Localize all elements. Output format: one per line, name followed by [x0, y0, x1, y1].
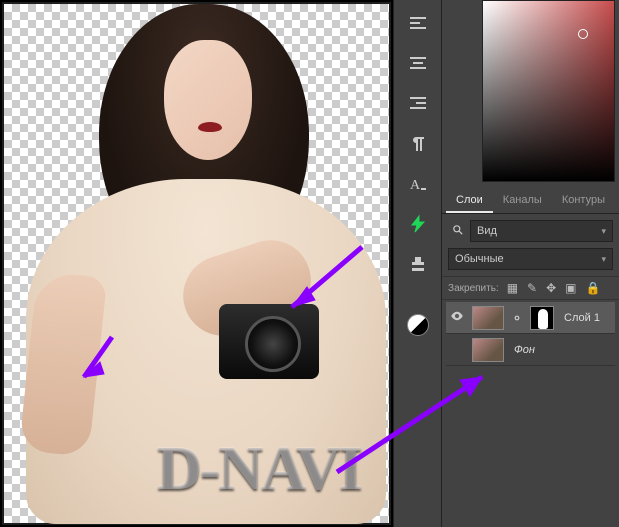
search-icon[interactable]: [448, 224, 468, 239]
visibility-eye-icon[interactable]: [448, 309, 466, 326]
layer-thumbnail[interactable]: [472, 338, 504, 362]
flash-icon[interactable]: [401, 208, 435, 240]
color-marker[interactable]: [578, 29, 588, 39]
align-left-icon[interactable]: [401, 8, 435, 40]
lock-all-icon[interactable]: 🔒: [586, 281, 601, 295]
align-center-icon[interactable]: [401, 48, 435, 80]
layer-thumbnail[interactable]: [472, 306, 504, 330]
lock-move-icon[interactable]: ✥: [546, 281, 556, 295]
character-icon[interactable]: A: [401, 168, 435, 200]
panel-tabs: Слои Каналы Контуры: [442, 188, 619, 214]
layer-filter-label: Вид: [477, 225, 497, 237]
stamp-icon[interactable]: [401, 248, 435, 280]
layer-name-label[interactable]: Фон: [510, 344, 535, 356]
watermark-text: D-NAVI: [157, 434, 361, 505]
lock-label: Закрепить:: [448, 283, 499, 294]
annotation-arrow: [72, 332, 122, 392]
mask-link-icon[interactable]: [510, 311, 524, 325]
color-picker[interactable]: [482, 0, 615, 182]
blend-mode-select[interactable]: Обычные ▾: [448, 248, 613, 270]
paragraph-icon[interactable]: [401, 128, 435, 160]
layer-mask-thumbnail[interactable]: [530, 306, 554, 330]
svg-text:A: A: [410, 178, 421, 193]
tab-layers[interactable]: Слои: [446, 188, 493, 213]
layer-row[interactable]: Фон: [446, 334, 615, 366]
annotation-arrow: [332, 372, 492, 482]
tab-paths[interactable]: Контуры: [552, 188, 615, 213]
canvas-area[interactable]: D-NAVI: [0, 0, 393, 527]
layer-filter-select[interactable]: Вид ▾: [470, 220, 613, 242]
lock-transparency-icon[interactable]: ▦: [507, 281, 518, 295]
annotation-arrow: [277, 242, 367, 322]
blend-mode-label: Обычные: [455, 253, 504, 265]
layer-name-label[interactable]: Слой 1: [560, 312, 600, 324]
tab-channels[interactable]: Каналы: [493, 188, 552, 213]
lock-row: Закрепить: ▦ ✎ ✥ ▣ 🔒: [442, 276, 619, 300]
lock-brush-icon[interactable]: ✎: [527, 281, 537, 295]
chevron-down-icon: ▾: [601, 254, 606, 265]
bw-circle-icon[interactable]: [407, 314, 429, 336]
layer-row[interactable]: Слой 1: [446, 302, 615, 334]
align-right-icon[interactable]: [401, 88, 435, 120]
lock-artboard-icon[interactable]: ▣: [565, 281, 576, 295]
chevron-down-icon: ▾: [601, 226, 606, 237]
